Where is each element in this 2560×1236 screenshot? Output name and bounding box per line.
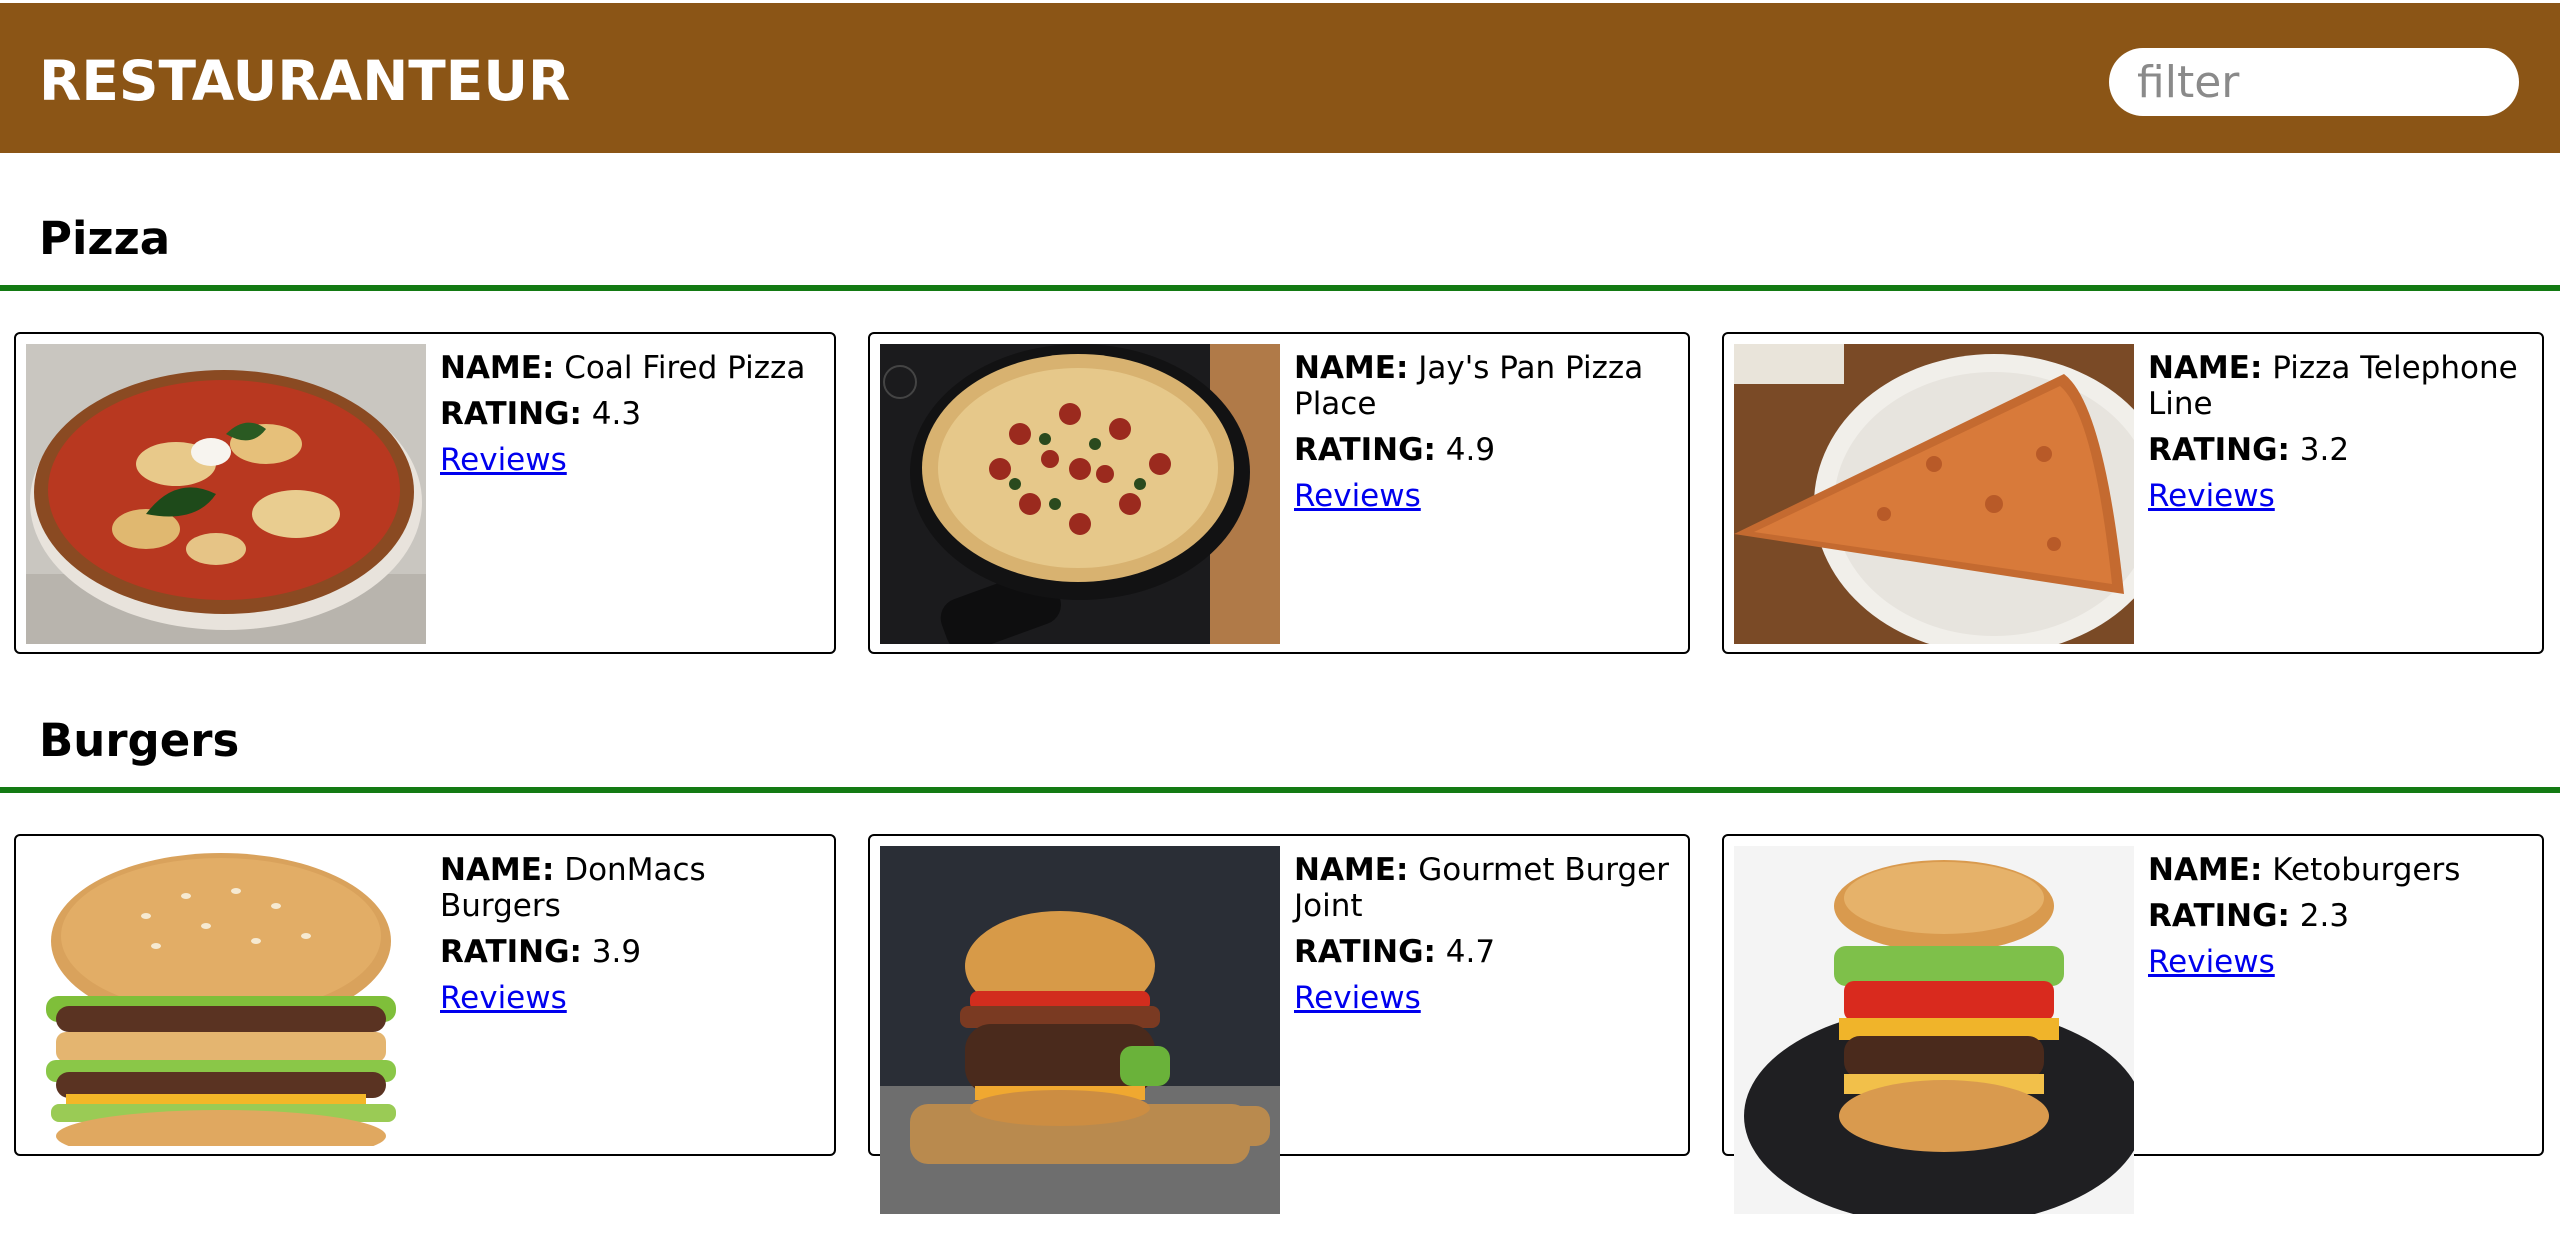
reviews-link[interactable]: Reviews: [440, 980, 567, 1016]
name-label: NAME:: [440, 852, 555, 888]
section-divider: [0, 285, 2560, 291]
restaurant-card: NAME: Pizza Telephone Line RATING: 3.2 R…: [1722, 332, 2544, 654]
restaurant-card: NAME: Coal Fired Pizza RATING: 4.3 Revie…: [14, 332, 836, 654]
rating-label: RATING:: [440, 934, 582, 970]
reviews-link[interactable]: Reviews: [1294, 980, 1421, 1016]
reviews-link[interactable]: Reviews: [1294, 478, 1421, 514]
margherita-pizza-photo: [26, 344, 426, 644]
name-label: NAME:: [2148, 852, 2263, 888]
rating-label: RATING:: [1294, 934, 1436, 970]
restaurant-rating: 4.3: [591, 396, 642, 432]
restaurant-info: NAME: Coal Fired Pizza RATING: 4.3 Revie…: [440, 350, 820, 488]
rating-label: RATING:: [440, 396, 582, 432]
restaurant-card: NAME: Ketoburgers RATING: 2.3 Reviews: [1722, 834, 2544, 1214]
pan-pizza-skillet-photo: [880, 344, 1280, 644]
name-label: NAME:: [1294, 350, 1409, 386]
restaurant-info: NAME: Gourmet Burger Joint RATING: 4.7 R…: [1294, 852, 1674, 1026]
name-label: NAME:: [440, 350, 555, 386]
double-burger-photo: [26, 846, 426, 1146]
restaurant-rating: 4.9: [1445, 432, 1496, 468]
rating-label: RATING:: [1294, 432, 1436, 468]
restaurant-rating: 3.9: [591, 934, 642, 970]
app-header: RESTAURANTEUR: [0, 3, 2560, 153]
keto-burger-photo: [1734, 846, 2134, 1214]
restaurant-info: NAME: Ketoburgers RATING: 2.3 Reviews: [2148, 852, 2528, 990]
section-title-pizza: Pizza: [39, 212, 171, 265]
restaurant-rating: 4.7: [1445, 934, 1496, 970]
reviews-link[interactable]: Reviews: [2148, 478, 2275, 514]
restaurant-card: NAME: Gourmet Burger Joint RATING: 4.7 R…: [868, 834, 1690, 1214]
restaurant-name: Coal Fired Pizza: [564, 350, 806, 386]
app-title: RESTAURANTEUR: [39, 49, 571, 113]
restaurant-card: NAME: DonMacs Burgers RATING: 3.9 Review…: [14, 834, 836, 1156]
section-divider: [0, 787, 2560, 793]
gourmet-burger-board-photo: [880, 846, 1280, 1214]
restaurant-info: NAME: DonMacs Burgers RATING: 3.9 Review…: [440, 852, 820, 1026]
reviews-link[interactable]: Reviews: [440, 442, 567, 478]
rating-label: RATING:: [2148, 432, 2290, 468]
filter-input[interactable]: [2109, 48, 2519, 116]
name-label: NAME:: [1294, 852, 1409, 888]
section-title-burgers: Burgers: [39, 714, 240, 767]
rating-label: RATING:: [2148, 898, 2290, 934]
restaurant-name: Ketoburgers: [2272, 852, 2461, 888]
name-label: NAME:: [2148, 350, 2263, 386]
restaurant-info: NAME: Jay's Pan Pizza Place RATING: 4.9 …: [1294, 350, 1674, 524]
restaurant-card: NAME: Jay's Pan Pizza Place RATING: 4.9 …: [868, 332, 1690, 654]
restaurant-rating: 2.3: [2299, 898, 2350, 934]
pizza-slice-plate-photo: [1734, 344, 2134, 644]
restaurant-rating: 3.2: [2299, 432, 2350, 468]
restaurant-info: NAME: Pizza Telephone Line RATING: 3.2 R…: [2148, 350, 2528, 524]
reviews-link[interactable]: Reviews: [2148, 944, 2275, 980]
